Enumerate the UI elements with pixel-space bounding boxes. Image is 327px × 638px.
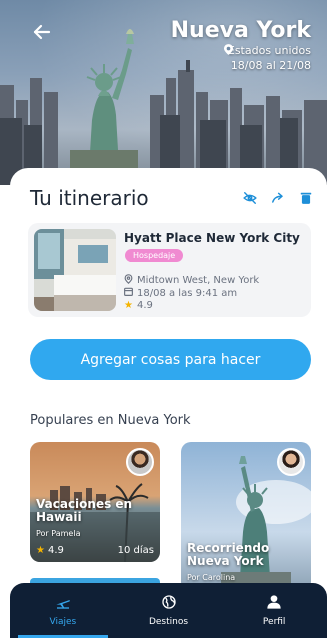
nav-item-label: Destinos bbox=[148, 617, 189, 627]
user-icon bbox=[266, 594, 282, 613]
popular-card-author: Por Carolina bbox=[187, 573, 236, 582]
itinerary-actions bbox=[243, 190, 313, 204]
stay-checkin-label: 18/08 a las 9:41 am bbox=[137, 287, 238, 299]
eye-off-icon[interactable] bbox=[243, 190, 257, 204]
itinerary-title: Tu itinerario bbox=[30, 186, 149, 210]
nav-item-perfil[interactable]: Perfil bbox=[221, 583, 327, 638]
stay-card[interactable]: Hyatt Place New York City Hospedaje Midt… bbox=[28, 223, 311, 317]
share-icon[interactable] bbox=[271, 190, 285, 204]
destination-title: Nueva York bbox=[170, 18, 311, 43]
popular-card-title: Vacaciones en Hawaii bbox=[36, 497, 133, 524]
trash-icon[interactable] bbox=[299, 190, 313, 204]
hotel-room-image bbox=[34, 229, 116, 311]
popular-card-rating: ★ 4.9 bbox=[36, 545, 64, 556]
bottom-navigation: Viajes Destinos Perfil bbox=[10, 583, 327, 638]
itinerary-sheet: Tu itinerario Hyatt Place New York City … bbox=[10, 168, 327, 638]
popular-section-title: Populares en Nueva York bbox=[30, 413, 191, 428]
star-icon: ★ bbox=[124, 300, 133, 311]
trip-dates: 18/08 al 21/08 bbox=[230, 59, 311, 72]
stay-location-label: Midtown West, New York bbox=[137, 275, 260, 286]
calendar-icon bbox=[124, 287, 133, 299]
nav-item-viajes[interactable]: Viajes bbox=[10, 583, 116, 638]
stay-rating-value: 4.9 bbox=[136, 300, 153, 311]
back-arrow-icon[interactable] bbox=[30, 20, 54, 44]
popular-card-rating-value: 4.9 bbox=[47, 545, 64, 556]
plane-icon bbox=[55, 594, 71, 613]
author-avatar bbox=[126, 448, 154, 476]
popular-card-new-york[interactable]: Recorriendo Nueva York Por Carolina bbox=[181, 442, 311, 592]
popular-card-title: Recorriendo Nueva York bbox=[187, 541, 270, 568]
map-pin-icon bbox=[124, 274, 133, 287]
stay-name: Hyatt Place New York City bbox=[124, 231, 300, 245]
destination-country-label: Estados unidos bbox=[227, 44, 311, 57]
globe-icon bbox=[161, 594, 177, 613]
star-icon: ★ bbox=[36, 545, 45, 556]
stay-checkin: 18/08 a las 9:41 am bbox=[124, 287, 237, 299]
popular-card-author: Por Pamela bbox=[36, 529, 81, 538]
nav-item-label: Perfil bbox=[262, 617, 286, 627]
nav-item-destinos[interactable]: Destinos bbox=[116, 583, 222, 638]
destination-country: Estados unidos bbox=[223, 44, 311, 57]
stay-type-badge: Hospedaje bbox=[125, 249, 184, 262]
stay-location: Midtown West, New York bbox=[124, 274, 259, 287]
stay-rating: ★ 4.9 bbox=[124, 300, 153, 311]
nav-item-label: Viajes bbox=[49, 617, 77, 627]
author-avatar bbox=[277, 448, 305, 476]
hero-banner: Nueva York Estados unidos 18/08 al 21/08 bbox=[0, 0, 327, 185]
popular-card-duration: 10 días bbox=[117, 545, 154, 556]
add-activities-button[interactable]: Agregar cosas para hacer bbox=[30, 339, 311, 380]
popular-card-hawaii[interactable]: Vacaciones en Hawaii Por Pamela ★ 4.9 10… bbox=[30, 442, 160, 562]
